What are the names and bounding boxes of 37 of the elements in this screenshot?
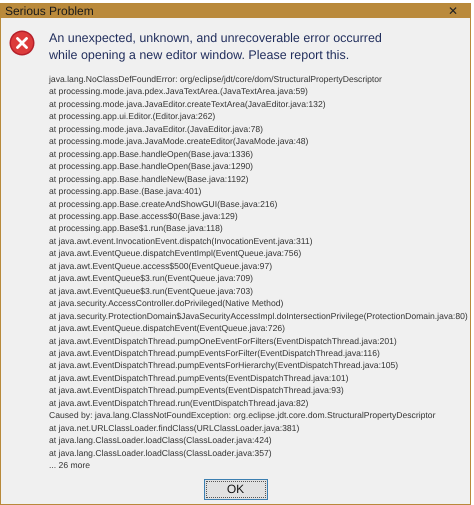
stack-trace-line: at processing.app.Base.(Base.java:401) — [49, 185, 202, 198]
stack-trace-line: at java.awt.EventQueue.dispatchEventImpl(EventQueue.java:756) — [49, 247, 302, 260]
stack-trace-line: at processing.app.Base.handleOpen(Base.java:1290) — [49, 160, 254, 173]
stack-trace-line: at java.awt.event.InvocationEvent.dispatch(InvocationEvent.java:311) — [49, 234, 314, 248]
stack-trace-line: at java.awt.EventDispatchThread.pumpEvents(EventDispatchThread.java:93) — [49, 384, 345, 397]
stack-trace-line: at java.awt.EventDispatchThread.pumpEvents(EventDispatchThread.java:101) — [49, 372, 350, 384]
stack-trace-line: at java.awt.EventQueue$3.run(EventQueue.java:709) — [49, 272, 254, 285]
stack-trace-line: java.lang.NoClassDefFoundError: org/eclipse/jdt/core/dom/StructuralPropertyDescriptor — [49, 73, 383, 86]
stack-trace-line: at processing.mode.java.JavaEditor.(JavaEditor.java:78) — [49, 122, 264, 136]
stack-trace-line: at java.security.AccessController.doPrivileged(Native Method) — [49, 297, 284, 310]
stack-trace-line: at java.awt.EventDispatchThread.pumpEventsForHierarchy(EventDispatchThread.java:105) — [49, 359, 400, 372]
stack-trace-line: at java.awt.EventDispatchThread.pumpEventsForFilter(EventDispatchThread.java:116) — [49, 346, 381, 360]
window-title: Serious Problem — [5, 4, 94, 18]
stack-trace-line: at java.awt.EventDispatchThread.run(EventDispatchThread.java:82) — [49, 396, 310, 410]
stack-trace-line: at java.awt.EventQueue$3.run(EventQueue.java:703) — [49, 284, 254, 298]
stack-trace-line: at java.awt.EventQueue.dispatchEvent(EventQueue.java:726) — [49, 322, 286, 335]
stack-trace-line: at java.lang.ClassLoader.loadClass(ClassLoader.java:357) — [49, 446, 273, 460]
stack-trace-line: at processing.app.Base.access$0(Base.java:129) — [49, 210, 239, 222]
stack-trace-line: at processing.mode.java.JavaMode.createEditor(JavaMode.java:48) — [49, 135, 310, 148]
stack-trace-line: at java.net.URLClassLoader.findClass(URLClassLoader.java:381) — [49, 422, 300, 434]
stack-trace-line: at processing.app.Base.handleOpen(Base.java:1336) — [49, 148, 254, 160]
stack-trace-line: at java.security.ProtectionDomain$JavaSecurityAccessImpl.doIntersectionPrivilege(ProtectionDomain.java:80) — [49, 310, 468, 322]
stack-trace-line: at processing.mode.java.pdex.JavaTextArea.(JavaTextArea.java:59) — [49, 85, 309, 98]
error-icon — [9, 30, 35, 56]
stack-trace-line: at processing.app.Base.createAndShowGUI(Base.java:216) — [49, 198, 278, 210]
stack-trace-line: at java.awt.EventDispatchThread.pumpOneEventForFilters(EventDispatchThread.java:201) — [49, 334, 398, 347]
stack-trace-line: at processing.app.ui.Editor.(Editor.java:262) — [49, 110, 216, 123]
ok-button[interactable]: OK — [204, 478, 268, 500]
stack-trace-line: ... 26 more — [49, 459, 92, 472]
error-message: An unexpected, unknown, and unrecoverable error occurred while opening a new editor window. Please report this. — [49, 30, 383, 64]
stack-trace-line: at processing.mode.java.JavaEditor.createTextArea(JavaEditor.java:132) — [49, 98, 327, 110]
close-button[interactable]: ✕ — [440, 4, 466, 18]
stack-trace-line: at java.awt.EventQueue.access$500(EventQueue.java:97) — [49, 260, 274, 272]
stack-trace-line: at processing.app.Base.handleNew(Base.java:1192) — [49, 172, 250, 186]
stack-trace-line: at processing.app.Base$1.run(Base.java:118) — [49, 222, 224, 235]
stack-trace-line: Caused by: java.lang.ClassNotFoundException: org.eclipse.jdt.core.dom.StructuralPropertyDescriptor — [49, 409, 436, 422]
stack-trace-line: at java.lang.ClassLoader.loadClass(ClassLoader.java:424) — [49, 434, 273, 447]
